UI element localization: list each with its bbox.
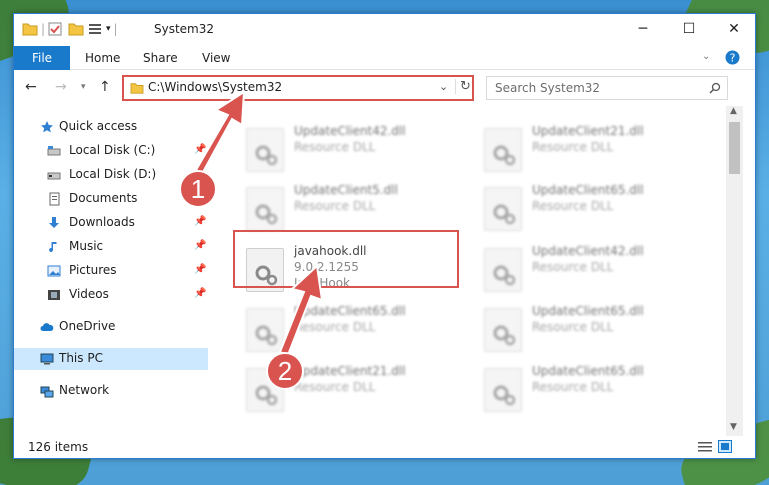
- arrow-2: [278, 263, 324, 357]
- callout-1: 1: [179, 170, 217, 208]
- callout-2: 2: [266, 352, 304, 390]
- annotation-arrows: [194, 90, 324, 357]
- arrow-1: [194, 90, 246, 176]
